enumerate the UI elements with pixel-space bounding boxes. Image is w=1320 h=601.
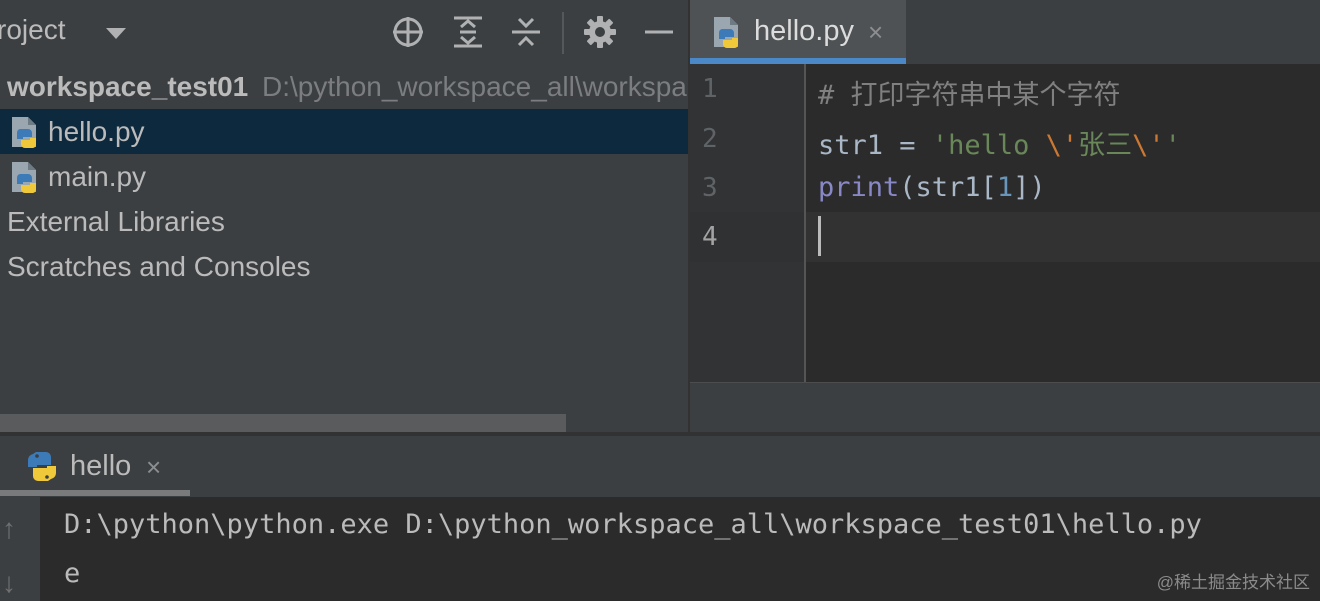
console-output-line: D:\python\python.exe D:\python_workspace… [64, 509, 1202, 540]
gutter-divider [804, 64, 806, 382]
tree-root-row[interactable]: workspace_test01 D:\python_workspace_all… [0, 64, 690, 109]
toolbar-separator [562, 12, 564, 54]
run-tab-bar: hello × [0, 436, 1320, 497]
watermark: @稀土掘金技术社区 [1156, 573, 1310, 592]
chevron-down-icon[interactable] [106, 28, 126, 39]
python-file-icon [714, 17, 739, 48]
operator-token: = [883, 130, 932, 161]
line-number: 1 [702, 74, 718, 104]
line-number: 2 [702, 124, 718, 154]
code-line-3: print(str1[1]) [818, 172, 1046, 203]
escape-token: \' [1045, 130, 1079, 161]
line-number: 3 [702, 173, 718, 203]
punctuation-token: (str1[ [899, 172, 997, 203]
console-output-line: e [64, 558, 81, 589]
identifier-token: str1 [818, 130, 884, 161]
root-folder-name: workspace_test01 [7, 71, 249, 102]
line-number: 4 [702, 222, 718, 252]
active-run-tab-indicator [0, 490, 190, 496]
tab-label: hello.py [754, 15, 854, 47]
code-line-1: # 打印字符串中某个字符 [818, 73, 1121, 112]
tree-item-label: Scratches and Consoles [7, 251, 311, 282]
run-toolbar: ↑ ↓ [0, 497, 40, 601]
project-header: roject [0, 0, 690, 64]
text-caret [818, 216, 821, 256]
close-icon[interactable]: × [868, 17, 883, 48]
python-file-icon [12, 117, 37, 148]
run-console[interactable]: ↑ ↓ D:\python\python.exe D:\python_works… [0, 497, 1320, 601]
string-token: ' [1164, 130, 1181, 161]
python-icon [27, 452, 57, 481]
root-folder-path: D:\python_workspace_all\workspace_test01 [262, 71, 690, 102]
run-tab-label[interactable]: hello [70, 450, 131, 483]
arrow-up-icon[interactable]: ↑ [2, 513, 16, 545]
tree-item-external-libraries[interactable]: External Libraries [0, 199, 690, 244]
code-editor[interactable]: 1 2 3 4 # 打印字符串中某个字符 str1 = 'hello \'张三\… [690, 64, 1320, 382]
minimize-icon[interactable] [642, 14, 678, 50]
tree-item-scratches[interactable]: Scratches and Consoles [0, 244, 690, 289]
code-line-2: str1 = 'hello \'张三\'' [818, 123, 1181, 162]
gear-icon[interactable] [582, 14, 618, 50]
comment-token: # 打印字符串中某个字符 [818, 80, 1121, 111]
tree-item-label: External Libraries [7, 206, 225, 237]
editor-bottom-area [690, 382, 1320, 434]
expand-all-icon[interactable] [450, 14, 486, 50]
python-file-icon [12, 162, 37, 193]
tree-item-hello-py[interactable]: hello.py [0, 109, 690, 154]
close-icon[interactable]: × [146, 452, 161, 483]
project-horizontal-scrollbar[interactable] [0, 414, 566, 432]
project-panel: roject workspace_test01 D:\python_worksp… [0, 0, 690, 434]
tree-item-label: main.py [48, 161, 147, 192]
tree-item-label: hello.py [48, 116, 145, 147]
project-title[interactable]: roject [0, 14, 65, 46]
editor-tab-bar: hello.py × [690, 0, 1320, 64]
escape-token: \' [1132, 130, 1165, 161]
arrow-down-icon[interactable]: ↓ [2, 567, 16, 599]
collapse-all-icon[interactable] [508, 14, 544, 50]
locate-icon[interactable] [390, 14, 426, 50]
current-line-highlight [806, 212, 1320, 262]
number-token: 1 [996, 172, 1014, 203]
string-token: 张三 [1078, 130, 1133, 161]
punctuation-token: ]) [1013, 172, 1046, 203]
string-token: 'hello [931, 130, 1046, 161]
builtin-token: print [818, 172, 900, 203]
tab-hello-py[interactable]: hello.py × [690, 0, 906, 64]
tree-item-main-py[interactable]: main.py [0, 154, 690, 199]
